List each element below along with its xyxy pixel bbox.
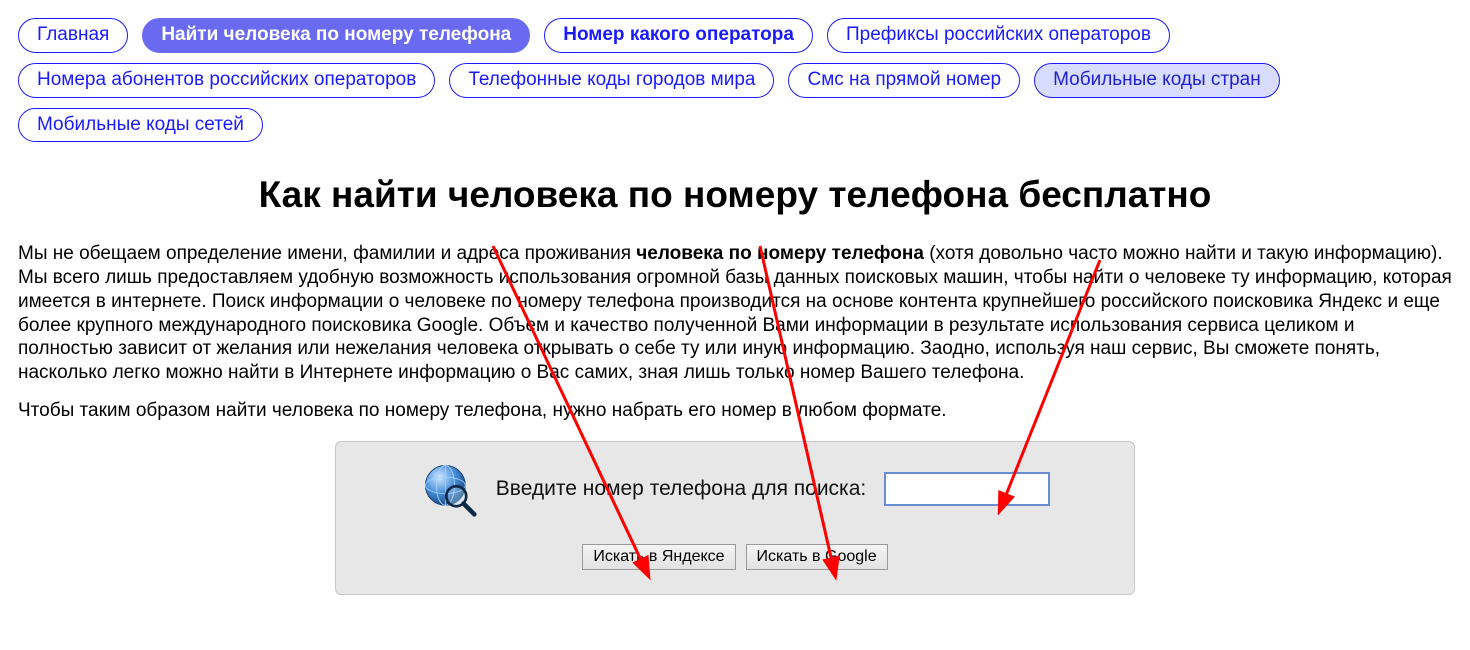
- instruction-paragraph: Чтобы таким образом найти человека по но…: [18, 399, 1452, 423]
- intro-paragraph: Мы не обещаем определение имени, фамилии…: [18, 242, 1452, 385]
- nav-world-city-codes[interactable]: Телефонные коды городов мира: [449, 63, 774, 98]
- phone-input-label: Введите номер телефона для поиска:: [496, 477, 866, 501]
- nav-operator-number[interactable]: Номер какого оператора: [544, 18, 813, 53]
- page-title: Как найти человека по номеру телефона бе…: [18, 174, 1452, 216]
- search-panel: Введите номер телефона для поиска: Искат…: [335, 441, 1135, 595]
- intro-bold: человека по номеру телефона: [636, 243, 924, 264]
- search-yandex-button[interactable]: Искать в Яндексе: [582, 544, 735, 570]
- nav-network-mobile-codes[interactable]: Мобильные коды сетей: [18, 108, 263, 143]
- intro-pre: Мы не обещаем определение имени, фамилии…: [18, 243, 636, 264]
- nav-country-mobile-codes[interactable]: Мобильные коды стран: [1034, 63, 1280, 98]
- nav-ru-subscribers[interactable]: Номера абонентов российских операторов: [18, 63, 435, 98]
- nav-home[interactable]: Главная: [18, 18, 128, 53]
- nav-ru-prefixes[interactable]: Префиксы российских операторов: [827, 18, 1170, 53]
- nav-tabs: Главная Найти человека по номеру телефон…: [18, 18, 1452, 142]
- search-google-button[interactable]: Искать в Google: [746, 544, 888, 570]
- globe-search-icon: [420, 460, 478, 518]
- nav-find-by-phone[interactable]: Найти человека по номеру телефона: [142, 18, 530, 53]
- phone-input[interactable]: [884, 472, 1050, 506]
- nav-sms-direct[interactable]: Смс на прямой номер: [788, 63, 1020, 98]
